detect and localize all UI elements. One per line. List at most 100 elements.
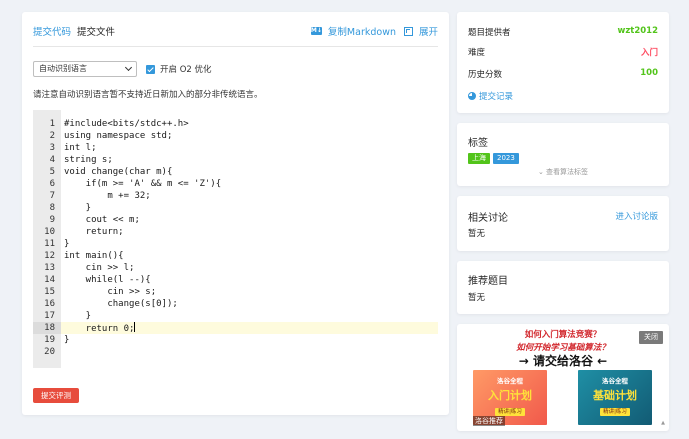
discussion-title: 相关讨论 <box>468 213 508 224</box>
markdown-icon: M↓ <box>310 27 322 35</box>
language-notice: 请注意自动识别语言暂不支持近日新加入的部分非传统语言。 <box>33 90 263 100</box>
code-line[interactable]: 19} <box>33 334 438 346</box>
code-line[interactable]: 1 #include<bits/stdc++.h> <box>33 118 438 130</box>
line-number: 11 <box>44 239 55 249</box>
line-number: 4 <box>49 155 55 165</box>
language-select[interactable]: 自动识别语言 <box>33 61 137 77</box>
code-line[interactable]: 7 m += 32; <box>33 190 438 202</box>
divider <box>33 46 438 47</box>
code-text: cin >> l; <box>64 263 135 273</box>
code-line[interactable]: 8 } <box>33 202 438 214</box>
tab-submit-code[interactable]: 提交代码 <box>33 24 71 38</box>
ad-headline-3-text: 请交给洛谷 <box>532 354 593 368</box>
o2-option[interactable]: 开启 O2 优化 <box>146 63 212 75</box>
tag-item[interactable]: 2023 <box>493 153 519 164</box>
discussion-board-link[interactable]: 进入讨论版 <box>615 210 658 222</box>
score-value: 100 <box>640 68 658 78</box>
difficulty-row: 难度 入门 <box>468 46 658 58</box>
expand-link[interactable]: 展开 <box>419 24 438 38</box>
score-row: 历史分数 100 <box>468 68 658 80</box>
ad-entry-brand: 洛谷全程 <box>497 377 523 385</box>
line-number: 15 <box>44 287 55 297</box>
code-line[interactable]: 17 } <box>33 310 438 322</box>
code-text: return; <box>64 227 124 237</box>
ad-entry-plan-label: 入门计划 <box>488 389 532 402</box>
tag-item[interactable]: 上海 <box>468 153 490 164</box>
code-line[interactable]: 15 cin >> s; <box>33 286 438 298</box>
code-text: string s; <box>64 155 113 165</box>
code-text: change(s[0]); <box>64 299 178 309</box>
expand-icon <box>403 26 413 36</box>
pie-chart-icon <box>468 92 476 100</box>
code-text: #include<bits/stdc++.h> <box>64 119 189 129</box>
recommend-title: 推荐题目 <box>468 276 508 287</box>
show-algorithm-tags[interactable]: ⌄ 查看算法标签 <box>457 167 669 177</box>
show-algorithm-tags-label: 查看算法标签 <box>546 168 589 176</box>
code-text: void change(char m){ <box>64 167 173 177</box>
copy-markdown-link[interactable]: 复制Markdown <box>328 24 396 38</box>
discussion-empty: 暂无 <box>468 229 486 239</box>
language-select-value: 自动识别语言 <box>39 64 87 73</box>
code-line[interactable]: 12 int main(){ <box>33 250 438 262</box>
line-number: 16 <box>44 299 55 309</box>
code-line[interactable]: 9 cout << m; <box>33 214 438 226</box>
code-line[interactable]: 20 <box>33 346 438 358</box>
line-number: 19 <box>44 335 55 345</box>
line-number: 3 <box>49 143 55 153</box>
ad-entry-sub: 精讲|练习 <box>495 408 525 416</box>
code-line[interactable]: 13 cin >> l; <box>33 262 438 274</box>
code-line[interactable]: 10 return; <box>33 226 438 238</box>
code-text: int l; <box>64 143 97 153</box>
tab-submit-file[interactable]: 提交文件 <box>77 24 115 38</box>
line-number: 6 <box>49 179 55 189</box>
chevron-down-icon <box>124 63 133 72</box>
line-number: 2 <box>49 131 55 141</box>
discussion-card: 相关讨论 进入讨论版 暂无 <box>457 196 669 251</box>
code-line[interactable]: 4 string s; <box>33 154 438 166</box>
code-editor[interactable]: 1 #include<bits/stdc++.h> 2 using namespace… <box>33 110 438 368</box>
code-text: while(l --){ <box>64 275 151 285</box>
ad-basic-brand: 洛谷全程 <box>602 377 628 385</box>
code-text: } <box>64 335 70 345</box>
o2-checkbox[interactable] <box>146 64 155 74</box>
code-text: cin >> s; <box>64 287 157 297</box>
ad-headline-3: → 请交给洛谷 ← <box>518 354 608 368</box>
submit-button[interactable]: 提交评测 <box>33 388 79 403</box>
provider-label: 题目提供者 <box>468 28 511 38</box>
tag-list: 上海 2023 <box>468 153 519 164</box>
provider-value[interactable]: wzt2012 <box>617 26 658 38</box>
submit-panel: 提交代码 提交文件 M↓ 复制Markdown 展开 自动识别语言 开启 O2 … <box>22 12 449 415</box>
line-number: 8 <box>49 203 55 213</box>
code-line[interactable]: 18 return 0; <box>33 322 438 334</box>
recommend-empty: 暂无 <box>468 293 486 303</box>
line-number: 12 <box>44 251 55 261</box>
tags-card: 标签 上海 2023 ⌄ 查看算法标签 <box>457 123 669 186</box>
line-number: 1 <box>49 119 55 129</box>
code-text: cout << m; <box>64 215 140 225</box>
code-line[interactable]: 3 int l; <box>33 142 438 154</box>
provider-row: 题目提供者 wzt2012 <box>468 26 658 38</box>
tags-title: 标签 <box>468 138 488 149</box>
submission-history-link[interactable]: 提交记录 <box>468 90 513 102</box>
code-line[interactable]: 11} <box>33 238 438 250</box>
chevron-down-icon: ⌄ <box>537 168 547 176</box>
code-line[interactable]: 16 change(s[0]); <box>33 298 438 310</box>
ad-banner[interactable]: 如何入门算法竞赛？ 如何开始学习基础算法？ → 请交给洛谷 ← 关闭 洛谷全程 … <box>457 324 669 431</box>
ad-basic-plan-label: 基础计划 <box>593 389 637 402</box>
ad-basic-sub: 精讲|练习 <box>600 408 630 416</box>
code-line[interactable]: 14 while(l --){ <box>33 274 438 286</box>
code-text: m += 32; <box>64 191 151 201</box>
line-number: 18 <box>33 322 61 334</box>
recommend-card: 推荐题目 暂无 <box>457 261 669 314</box>
ad-basic-plan[interactable]: 洛谷全程 基础计划 精讲|练习 <box>578 370 652 425</box>
line-number: 7 <box>49 191 55 201</box>
problem-info-card: 题目提供者 wzt2012 难度 入门 历史分数 100 提交记录 <box>457 12 669 113</box>
code-line[interactable]: 2 using namespace std; <box>33 130 438 142</box>
code-line[interactable]: 6 if(m >= 'A' && m <= 'Z'){ <box>33 178 438 190</box>
code-text: if(m >= 'A' && m <= 'Z'){ <box>64 179 222 189</box>
line-number: 9 <box>49 215 55 225</box>
code-line[interactable]: 5 void change(char m){ <box>33 166 438 178</box>
ad-close-button[interactable]: 关闭 <box>639 331 663 344</box>
line-number: 20 <box>44 347 55 357</box>
line-number: 17 <box>44 311 55 321</box>
